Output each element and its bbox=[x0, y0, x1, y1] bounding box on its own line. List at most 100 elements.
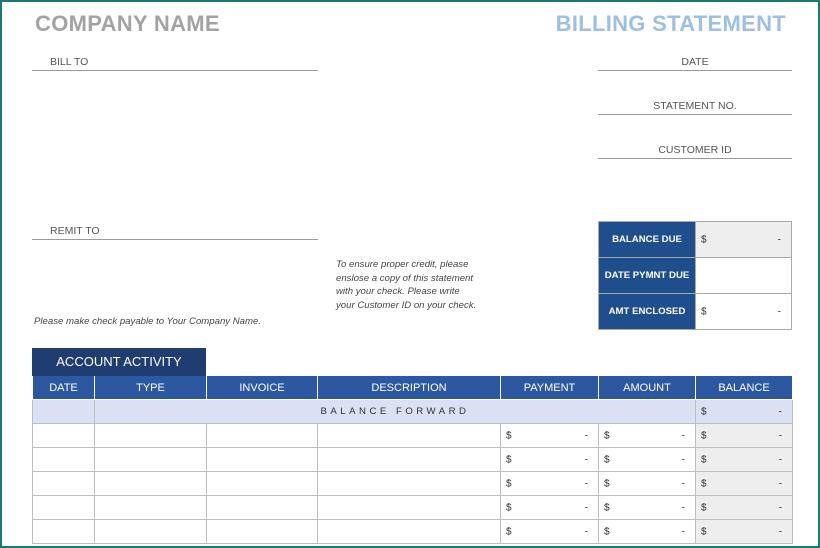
column-header-payment: PAYMENT bbox=[500, 376, 599, 400]
invoice-cell[interactable] bbox=[206, 519, 318, 544]
amount-value: - bbox=[584, 430, 588, 441]
currency-symbol: $ bbox=[701, 502, 707, 513]
payment-cell[interactable]: $ - bbox=[500, 519, 599, 544]
date-due-label: DATE PYMNT DUE bbox=[598, 257, 696, 294]
amount-value: - bbox=[777, 306, 781, 317]
amount-value: - bbox=[681, 430, 685, 441]
payment-cell[interactable]: $ - bbox=[500, 423, 599, 448]
account-activity-tab: ACCOUNT ACTIVITY bbox=[32, 348, 206, 376]
balance-cell[interactable]: $ - bbox=[695, 495, 793, 520]
date-label: DATE bbox=[681, 56, 709, 68]
type-cell[interactable] bbox=[94, 447, 207, 472]
description-cell[interactable] bbox=[317, 447, 501, 472]
amount-value: - bbox=[778, 406, 782, 417]
currency-symbol: $ bbox=[604, 430, 610, 441]
document-title: BILLING STATEMENT bbox=[555, 11, 786, 36]
currency-symbol: $ bbox=[701, 306, 707, 317]
note-line: enslose a copy of this statement bbox=[336, 272, 474, 284]
date-cell[interactable] bbox=[32, 423, 95, 448]
amount-cell[interactable]: $ - bbox=[598, 519, 696, 544]
type-cell[interactable] bbox=[94, 519, 207, 544]
invoice-cell[interactable] bbox=[206, 447, 318, 472]
amt-enclosed-value[interactable]: $ - bbox=[695, 293, 792, 330]
invoice-cell[interactable] bbox=[206, 495, 318, 520]
amount-value: - bbox=[681, 478, 685, 489]
amount-value: - bbox=[681, 526, 685, 537]
currency-symbol: $ bbox=[506, 526, 512, 537]
header-row: DATE TYPE INVOICE DESCRIPTION PAYMENT AM… bbox=[32, 376, 793, 400]
account-activity-table: DATE TYPE INVOICE DESCRIPTION PAYMENT AM… bbox=[32, 376, 793, 544]
amount-value: - bbox=[778, 502, 782, 513]
invoice-cell[interactable] bbox=[206, 471, 318, 496]
remit-to-field[interactable]: REMIT TO bbox=[32, 225, 318, 240]
payment-cell[interactable]: $ - bbox=[500, 447, 599, 472]
balance-cell[interactable]: $ - bbox=[695, 519, 793, 544]
column-header-amount: AMOUNT bbox=[598, 376, 696, 400]
date-field[interactable]: DATE bbox=[598, 56, 792, 71]
column-header-balance: BALANCE bbox=[695, 376, 793, 400]
currency-symbol: $ bbox=[701, 478, 707, 489]
table-row: $ - $ - $ - bbox=[32, 519, 793, 544]
payment-cell[interactable]: $ - bbox=[500, 471, 599, 496]
amount-value: - bbox=[777, 234, 781, 245]
balance-forward-label: BALANCE FORWARD bbox=[94, 399, 696, 424]
type-cell[interactable] bbox=[94, 423, 207, 448]
date-cell[interactable] bbox=[32, 447, 95, 472]
table-row: $ - $ - $ - bbox=[32, 471, 793, 496]
balance-forward-row: BALANCE FORWARD $ - bbox=[32, 399, 793, 424]
statement-no-label: STATEMENT NO. bbox=[653, 100, 737, 112]
date-cell[interactable] bbox=[32, 495, 95, 520]
amt-enclosed-row: AMT ENCLOSED $ - bbox=[598, 293, 792, 330]
amount-value: - bbox=[681, 454, 685, 465]
date-cell[interactable] bbox=[32, 519, 95, 544]
balance-cell[interactable]: $ - bbox=[695, 423, 793, 448]
table-row: $ - $ - $ - bbox=[32, 447, 793, 472]
bill-to-label: BILL TO bbox=[50, 56, 89, 68]
customer-id-label: CUSTOMER ID bbox=[658, 144, 732, 156]
balance-forward-date-cell[interactable] bbox=[32, 399, 95, 424]
date-due-value[interactable] bbox=[695, 257, 792, 294]
amt-enclosed-label: AMT ENCLOSED bbox=[598, 293, 696, 330]
balance-cell[interactable]: $ - bbox=[695, 447, 793, 472]
currency-symbol: $ bbox=[701, 430, 707, 441]
credit-instructions-note: To ensure proper credit, please enslose … bbox=[336, 258, 511, 312]
description-cell[interactable] bbox=[317, 471, 501, 496]
currency-symbol: $ bbox=[604, 502, 610, 513]
customer-id-field[interactable]: CUSTOMER ID bbox=[598, 144, 792, 159]
description-cell[interactable] bbox=[317, 423, 501, 448]
date-due-row: DATE PYMNT DUE bbox=[598, 257, 792, 294]
bill-to-field[interactable]: BILL TO bbox=[32, 56, 318, 71]
type-cell[interactable] bbox=[94, 471, 207, 496]
amount-cell[interactable]: $ - bbox=[598, 423, 696, 448]
balance-due-row: BALANCE DUE $ - bbox=[598, 221, 792, 258]
balance-cell[interactable]: $ - bbox=[695, 471, 793, 496]
invoice-cell[interactable] bbox=[206, 423, 318, 448]
amount-value: - bbox=[584, 502, 588, 513]
amount-cell[interactable]: $ - bbox=[598, 471, 696, 496]
amount-cell[interactable]: $ - bbox=[598, 495, 696, 520]
currency-symbol: $ bbox=[506, 502, 512, 513]
amount-value: - bbox=[584, 478, 588, 489]
billing-statement-sheet: COMPANY NAME BILLING STATEMENT BILL TO R… bbox=[0, 0, 820, 548]
amount-value: - bbox=[778, 454, 782, 465]
currency-symbol: $ bbox=[604, 526, 610, 537]
type-cell[interactable] bbox=[94, 495, 207, 520]
description-cell[interactable] bbox=[317, 495, 501, 520]
remit-to-label: REMIT TO bbox=[50, 225, 100, 237]
company-name: COMPANY NAME bbox=[35, 11, 220, 36]
date-cell[interactable] bbox=[32, 471, 95, 496]
statement-no-field[interactable]: STATEMENT NO. bbox=[598, 100, 792, 115]
payment-summary-table: BALANCE DUE $ - DATE PYMNT DUE AMT ENCLO… bbox=[598, 221, 792, 330]
payment-cell[interactable]: $ - bbox=[500, 495, 599, 520]
payable-note: Please make check payable to Your Compan… bbox=[34, 316, 261, 327]
amount-cell[interactable]: $ - bbox=[598, 447, 696, 472]
currency-symbol: $ bbox=[701, 406, 707, 417]
currency-symbol: $ bbox=[701, 234, 707, 245]
description-cell[interactable] bbox=[317, 519, 501, 544]
balance-forward-value[interactable]: $ - bbox=[695, 399, 793, 424]
amount-value: - bbox=[778, 430, 782, 441]
currency-symbol: $ bbox=[604, 454, 610, 465]
currency-symbol: $ bbox=[701, 526, 707, 537]
currency-symbol: $ bbox=[506, 430, 512, 441]
balance-due-value[interactable]: $ - bbox=[695, 221, 792, 258]
